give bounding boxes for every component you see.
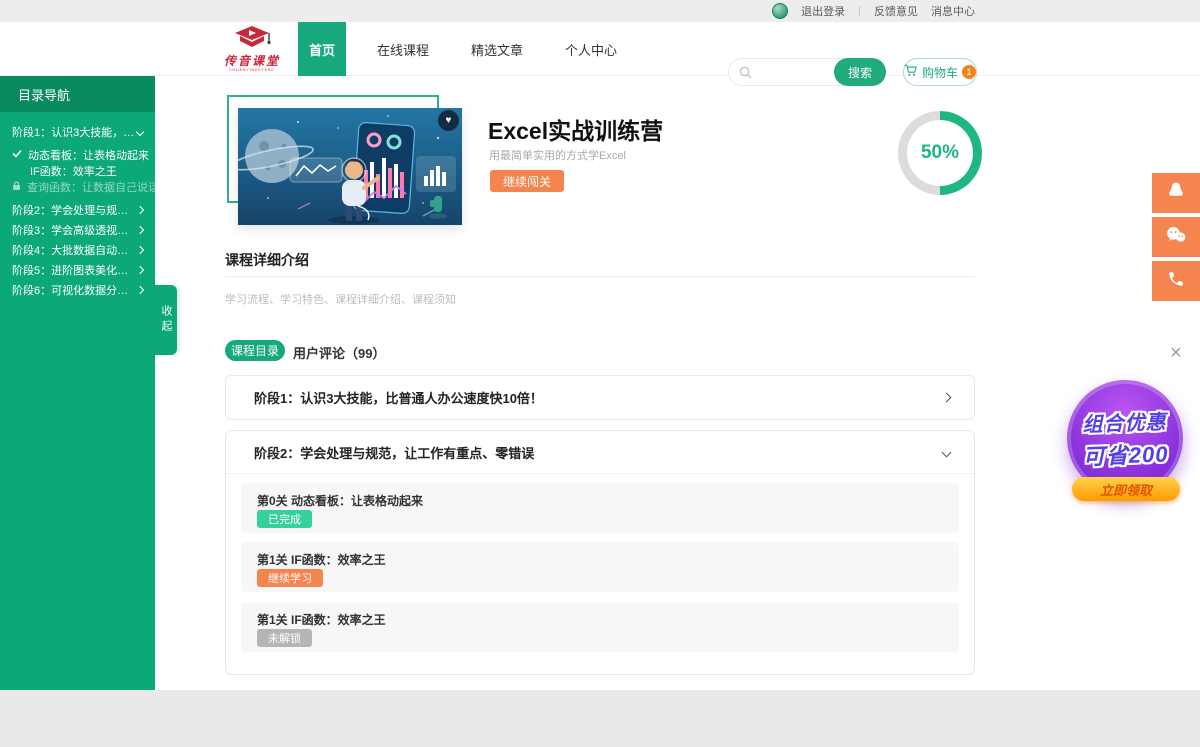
qq-contact-button[interactable] (1152, 173, 1200, 213)
sidebar-stage-label: 阶段5：进阶图表美化，让汇报一... (12, 262, 137, 278)
sidebar-lesson-label: 动态看板：让表格动起来 (28, 147, 149, 163)
sidebar-lesson-if[interactable]: IF函数：效率之王 (0, 163, 155, 179)
nav-tab-profile[interactable]: 个人中心 (554, 22, 628, 76)
chevron-down-icon (942, 447, 952, 457)
section-heading: 课程详细介绍 (225, 250, 309, 270)
course-subtitle: 用最简单实用的方式学Excel (489, 147, 626, 163)
tab-user-comments[interactable]: 用户评论（99） (293, 343, 385, 362)
favorite-button[interactable]: ♥ (438, 110, 459, 131)
lesson-status-completed[interactable]: 已完成 (257, 510, 312, 528)
check-icon (12, 149, 22, 161)
qq-icon (1166, 181, 1186, 206)
promo-text-line1: 组合优惠 (1082, 405, 1167, 437)
lesson-title: 第1关 IF函数：效率之王 (241, 602, 959, 628)
site-logo[interactable]: 传音课堂 CHUANYINKETANG (220, 25, 284, 72)
section-divider (225, 276, 975, 277)
course-cover-illustration (238, 108, 462, 225)
sidebar-title: 目录导航 (0, 76, 155, 112)
accordion-title: 阶段2：学会处理与规范，让工作有重点、零错误 (254, 443, 534, 462)
sidebar-collapse-handle[interactable]: 收起 (155, 285, 177, 355)
nav-tab-articles[interactable]: 精选文章 (460, 22, 534, 76)
logo-icon (231, 38, 273, 55)
sidebar-stage-label: 阶段2：学会处理与规范，让工作... (12, 202, 137, 218)
lesson-row: 第1关 IF函数：效率之王 未解锁 (241, 602, 959, 652)
chevron-right-icon (136, 266, 144, 274)
progress-value: 50% (907, 120, 973, 186)
search-button[interactable]: 搜索 (834, 58, 886, 86)
phone-contact-button[interactable] (1152, 261, 1200, 301)
sidebar-stage-5[interactable]: 阶段5：进阶图表美化，让汇报一... (0, 260, 155, 280)
sidebar-stage-1[interactable]: 阶段1：认识3大技能，比普通人... (0, 122, 155, 142)
chevron-right-icon (136, 226, 144, 234)
accordion-stage-1: 阶段1：认识3大技能，比普通人办公速度快10倍！ (225, 375, 975, 420)
lesson-title: 第0关 动态看板：让表格动起来 (241, 483, 959, 509)
nav-tab-courses[interactable]: 在线课程 (366, 22, 440, 76)
sidebar-stage-6[interactable]: 阶段6：可视化数据分析，帮老板... (0, 280, 155, 300)
nav-tab-home[interactable]: 首页 (298, 22, 346, 76)
lesson-row: 第0关 动态看板：让表格动起来 已完成 (241, 483, 959, 533)
accordion-stage-2: 阶段2：学会处理与规范，让工作有重点、零错误 第0关 动态看板：让表格动起来 已… (225, 430, 975, 675)
tab-course-catalog[interactable]: 课程目录 (225, 340, 285, 361)
lesson-status-locked: 未解锁 (257, 629, 312, 647)
section-description: 学习流程、学习特色、课程详细介绍、课程须知 (225, 291, 456, 307)
cart-label: 购物车 (922, 64, 958, 81)
promo-close-button[interactable]: × (1170, 343, 1182, 363)
chevron-right-icon (942, 393, 952, 403)
continue-challenge-button[interactable]: 继续闯关 (490, 170, 564, 192)
sidebar-lesson-lookup: 查询函数：让数据自己说话 (0, 179, 155, 195)
progress-ring: 50% (898, 111, 982, 195)
sidebar-stage-label: 阶段3：学会高级透视，拥有同时... (12, 222, 137, 238)
promo-claim-button[interactable]: 立即领取 (1072, 477, 1180, 501)
topbar-divider: | (858, 5, 861, 17)
main-nav: 首页 在线课程 精选文章 个人中心 (298, 22, 628, 76)
logo-subtitle: CHUANYINKETANG (223, 67, 281, 72)
wechat-icon (1165, 225, 1187, 250)
topbar: 退出登录 | 反馈意见 消息中心 (0, 0, 1200, 22)
phone-icon (1167, 270, 1185, 293)
search-bar: 搜索 (728, 58, 886, 86)
logo-title: 传音课堂 (220, 56, 284, 67)
course-title: Excel实战训练营 (488, 112, 663, 146)
lesson-status-continue[interactable]: 继续学习 (257, 569, 323, 587)
sidebar-stage-label: 阶段4：大批数据自动统计分析，... (12, 242, 137, 258)
sidebar-lesson-dashboard[interactable]: 动态看板：让表格动起来 (0, 147, 155, 163)
lesson-row: 第1关 IF函数：效率之王 继续学习 (241, 542, 959, 592)
lock-icon (12, 181, 21, 194)
sidebar-stage-4[interactable]: 阶段4：大批数据自动统计分析，... (0, 240, 155, 260)
sidebar-stage-3[interactable]: 阶段3：学会高级透视，拥有同时... (0, 220, 155, 240)
accordion-header[interactable]: 阶段1：认识3大技能，比普通人办公速度快10倍！ (226, 376, 974, 419)
accordion-header[interactable]: 阶段2：学会处理与规范，让工作有重点、零错误 (226, 431, 974, 474)
sidebar-lesson-label: 查询函数：让数据自己说话 (27, 179, 159, 195)
logout-button[interactable]: 退出登录 (801, 3, 845, 19)
wechat-contact-button[interactable] (1152, 217, 1200, 257)
search-icon (739, 66, 752, 79)
sidebar-lesson-label: IF函数：效率之王 (30, 163, 117, 179)
chevron-down-icon (136, 128, 144, 136)
sidebar-stage-label: 阶段6：可视化数据分析，帮老板... (12, 282, 137, 298)
heart-icon: ♥ (446, 115, 452, 126)
navbar: 传音课堂 CHUANYINKETANG 首页 在线课程 精选文章 个人中心 搜索… (0, 22, 1200, 76)
chevron-right-icon (136, 286, 144, 294)
chevron-right-icon (136, 246, 144, 254)
sidebar-stage-label: 阶段1：认识3大技能，比普通人... (12, 124, 137, 140)
cart-icon (904, 64, 918, 80)
cart-count-badge: 1 (962, 65, 976, 79)
lesson-title: 第1关 IF函数：效率之王 (241, 542, 959, 568)
sidebar-stage-2[interactable]: 阶段2：学会处理与规范，让工作... (0, 200, 155, 220)
promo-text-line2: 可省200 (1082, 436, 1169, 471)
page: 退出登录 | 反馈意见 消息中心 传音课堂 CHUANYINKETANG 首页 … (0, 0, 1200, 747)
cart-button[interactable]: 购物车 1 (903, 58, 977, 86)
chevron-right-icon (136, 206, 144, 214)
collapse-label: 收起 (158, 305, 174, 335)
user-avatar[interactable] (772, 3, 788, 19)
feedback-link[interactable]: 反馈意见 (874, 3, 918, 19)
messages-link[interactable]: 消息中心 (931, 3, 975, 19)
footer: 联系方式：028-0000000 地址：成都市武侯区槐树店南路XXXX COPY… (0, 690, 1200, 747)
catalog-sidebar: 目录导航 阶段1：认识3大技能，比普通人... 动态看板：让表格动起来 IF函数… (0, 76, 155, 690)
accordion-title: 阶段1：认识3大技能，比普通人办公速度快10倍！ (254, 388, 543, 407)
search-input[interactable] (758, 60, 834, 84)
